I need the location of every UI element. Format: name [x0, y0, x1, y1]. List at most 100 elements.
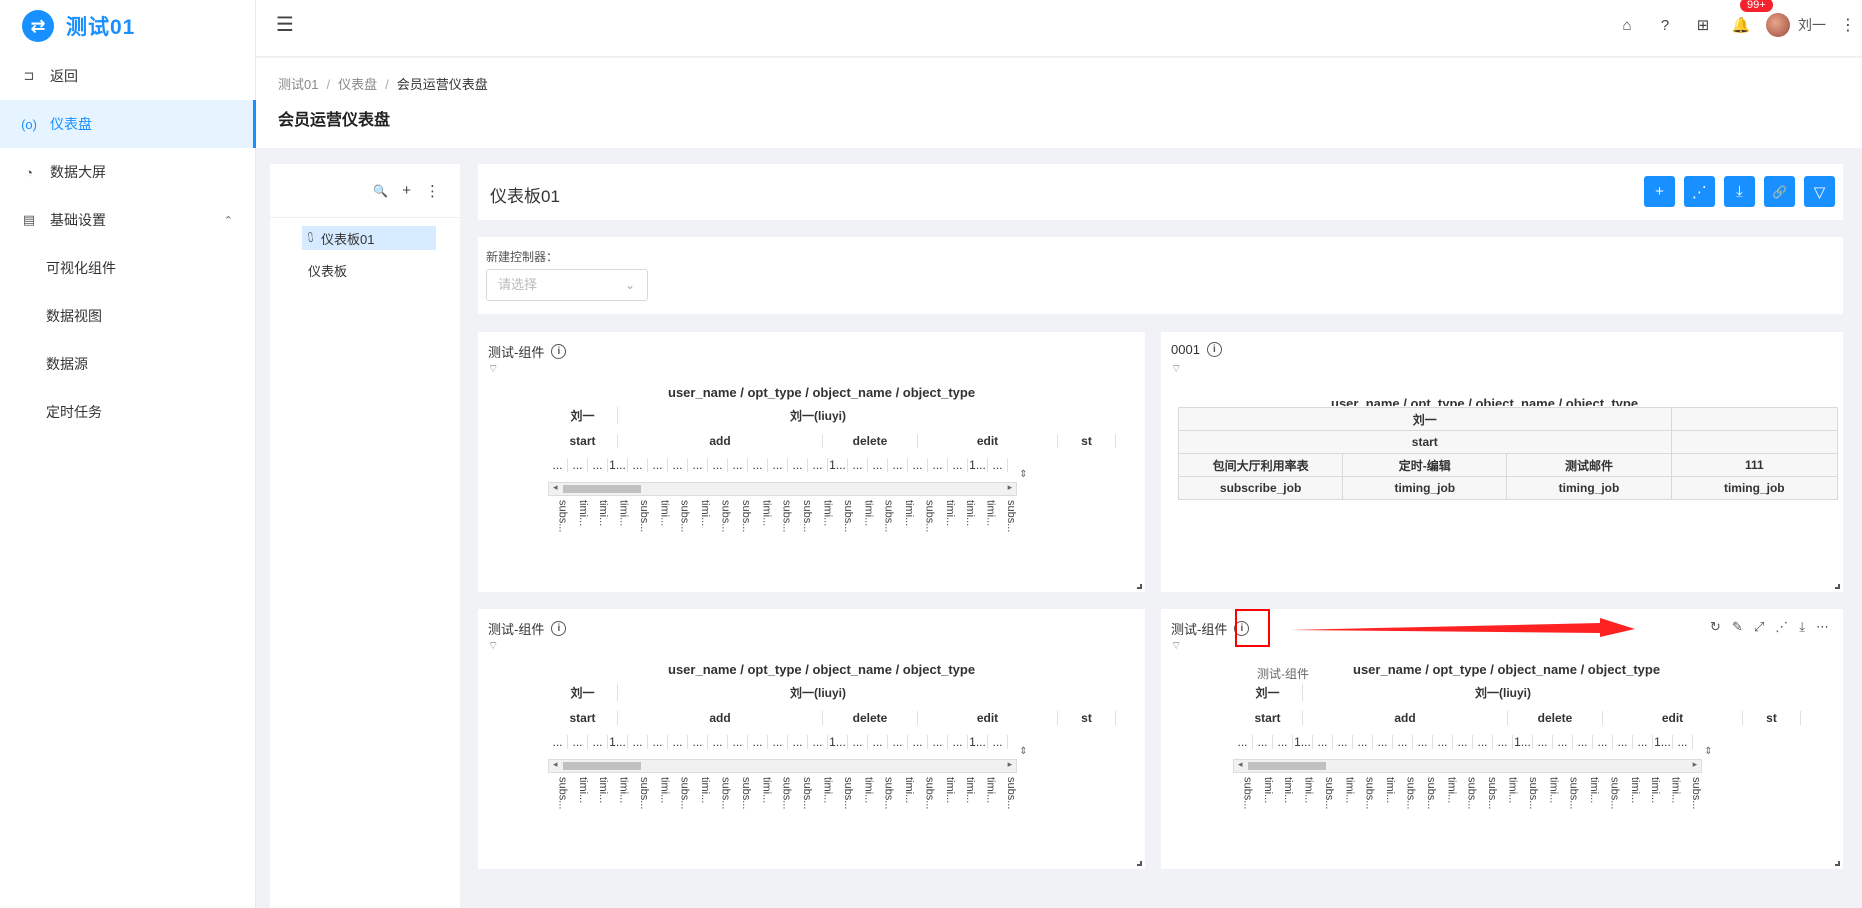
pivot-row-label: timi... [984, 500, 997, 527]
page-header: 测试01 / 仪表盘 / 会员运营仪表盘 会员运营仪表盘 [256, 58, 1862, 148]
scroll-left-icon[interactable]: ◂ [553, 482, 558, 493]
pivot-cell: ... [928, 735, 948, 749]
add-icon[interactable]: + [402, 182, 411, 199]
download-icon[interactable]: ⤓ [1799, 619, 1805, 635]
widget-card[interactable]: 0001 i ⌔ user_name / opt_type / object_n… [1161, 332, 1843, 592]
tree-node[interactable]: ⩇ 仪表板01 [302, 226, 436, 250]
sidebar-subitem-components[interactable]: 可视化组件 [0, 244, 255, 292]
pivot-cell: 刘一 [548, 406, 618, 424]
fullscreen-icon[interactable]: ⤢ [1754, 619, 1764, 635]
scroll-right-icon[interactable]: ▸ [1693, 759, 1698, 770]
pivot-cell: 1... [1513, 735, 1533, 749]
pivot-cell: ... [548, 458, 568, 472]
widget-card[interactable]: 测试-组件 i ⌔ user_name / opt_type / object_… [478, 332, 1145, 592]
refresh-icon[interactable]: ↻ [1710, 619, 1721, 635]
more-vertical-icon[interactable]: ⋮ [1840, 15, 1856, 35]
scroll-thumb[interactable] [1248, 762, 1326, 770]
pivot-cell: ... [808, 735, 828, 749]
info-icon[interactable]: i [551, 621, 567, 636]
sidebar-item-label: 仪表盘 [50, 116, 92, 132]
card-title: 0001 [1171, 342, 1200, 357]
more-icon[interactable]: ⋯ [1816, 619, 1829, 635]
data-table: 刘一 start 包间大厅利用率表 定时-编辑 测试邮件 111 subscri… [1177, 407, 1839, 500]
sidebar-subitem-data-views[interactable]: 数据视图 [0, 292, 255, 340]
horizontal-scrollbar[interactable]: ◂ ▸ [1233, 759, 1703, 773]
breadcrumb-item[interactable]: 仪表盘 [338, 77, 377, 92]
resize-handle[interactable] [1835, 861, 1840, 866]
pivot-row-label: subs... [637, 777, 650, 810]
tree-node[interactable]: 仪表板 [308, 258, 442, 282]
pivot-row-label: subs... [719, 500, 732, 533]
sidebar-item-basic-settings[interactable]: ▤ 基础设置 ⌃ [0, 196, 255, 244]
avatar[interactable] [1766, 13, 1790, 37]
home-icon[interactable]: ⌂ [1608, 17, 1646, 34]
drill-icon[interactable]: ⌔ [1171, 362, 1181, 376]
info-icon[interactable]: i [551, 344, 567, 359]
pivot-row-label: timi... [1669, 777, 1682, 804]
widget-card[interactable]: 测试-组件 i ⌔ 测试-组件 ↻ ✎ ⤢ ⋰ ⤓ ⋯ user_name / … [1161, 609, 1843, 869]
sidebar-item-data-screen[interactable]: ◔ 数据大屏 [0, 148, 255, 196]
sidebar: ⇄ 测试01 ⊐ 返回 (o) 仪表盘 ◔ 数据大屏 ▤ 基础设置 ⌃ 可视化组… [0, 0, 256, 908]
pivot-title: user_name / opt_type / object_name / obj… [668, 385, 976, 400]
pivot-row-label: subs... [841, 777, 854, 810]
drill-icon[interactable]: ⌔ [488, 639, 498, 653]
apps-grid-icon[interactable]: ⊞ [1684, 16, 1722, 34]
notification-button[interactable]: 🔔 99+ [1722, 0, 1773, 34]
resize-handle[interactable] [1137, 861, 1142, 866]
scroll-thumb[interactable] [563, 762, 641, 770]
add-button[interactable]: + [1644, 176, 1675, 207]
sidebar-item-back[interactable]: ⊐ 返回 [0, 52, 255, 100]
pivot-cell: ... [1453, 735, 1473, 749]
pivot-row-label: subs... [780, 777, 793, 810]
scroll-left-icon[interactable]: ◂ [553, 759, 558, 770]
scroll-updown-icon[interactable]: ⇕ [1704, 746, 1712, 757]
share-button[interactable]: ⋰ [1684, 176, 1715, 207]
pivot-row-label: subs... [739, 777, 752, 810]
horizontal-scrollbar[interactable]: ◂ ▸ [548, 482, 1018, 496]
scroll-updown-icon[interactable]: ⇕ [1019, 746, 1027, 757]
logo[interactable]: ⇄ 测试01 [0, 0, 255, 52]
scroll-right-icon[interactable]: ▸ [1008, 482, 1013, 493]
pivot-row-label: subs... [1486, 777, 1499, 810]
controller-select[interactable]: 请选择 ⌄ [486, 269, 648, 301]
scroll-updown-icon[interactable]: ⇕ [1019, 469, 1027, 480]
pivot-cell: ... [728, 458, 748, 472]
sidebar-item-dashboard[interactable]: (o) 仪表盘 [0, 100, 256, 148]
search-icon[interactable]: 🔍 [373, 184, 388, 198]
more-vertical-icon[interactable]: ⋮ [425, 182, 440, 200]
scroll-thumb[interactable] [563, 485, 641, 493]
resize-handle[interactable] [1137, 584, 1142, 589]
sidebar-subitem-data-sources[interactable]: 数据源 [0, 340, 255, 388]
pivot-cell: ... [568, 735, 588, 749]
download-button[interactable]: ⤓ [1724, 176, 1755, 207]
pivot-cell: ... [1553, 735, 1573, 749]
share-icon[interactable]: ⋰ [1775, 619, 1788, 635]
info-icon[interactable]: i [1206, 342, 1222, 357]
widget-card[interactable]: 测试-组件 i ⌔ user_name / opt_type / object_… [478, 609, 1145, 869]
scroll-right-icon[interactable]: ▸ [1008, 759, 1013, 770]
resize-handle[interactable] [1835, 584, 1840, 589]
user-name[interactable]: 刘一 [1798, 15, 1826, 35]
pivot-row-label: subs... [1526, 777, 1539, 810]
breadcrumb-item[interactable]: 测试01 [278, 77, 318, 92]
horizontal-scrollbar[interactable]: ◂ ▸ [548, 759, 1018, 773]
menu-collapse-icon[interactable]: ☰ [276, 12, 294, 37]
pivot-row-label: timi... [760, 777, 773, 804]
filter-button[interactable]: ▽ [1804, 176, 1835, 207]
pivot-row-label: timi... [821, 777, 834, 804]
pivot-title: user_name / opt_type / object_name / obj… [1353, 662, 1661, 677]
sidebar-subitem-scheduled-tasks[interactable]: 定时任务 [0, 388, 255, 436]
pivot-cell: edit [1603, 711, 1743, 725]
scroll-left-icon[interactable]: ◂ [1238, 759, 1243, 770]
link-button[interactable]: 🔗 [1764, 176, 1795, 207]
help-icon[interactable]: ? [1646, 17, 1684, 34]
pivot-row: start add delete edit st [548, 430, 1116, 452]
pivot-row-label: timi... [862, 777, 875, 804]
pivot-row-label: subs... [1689, 777, 1702, 810]
pivot-cell: edit [918, 711, 1058, 725]
bell-icon: 🔔 [1731, 17, 1751, 34]
edit-icon[interactable]: ✎ [1732, 619, 1743, 635]
drill-icon[interactable]: ⌔ [488, 362, 498, 376]
pivot-cell: 1... [968, 458, 988, 472]
drill-icon[interactable]: ⌔ [1171, 639, 1181, 653]
